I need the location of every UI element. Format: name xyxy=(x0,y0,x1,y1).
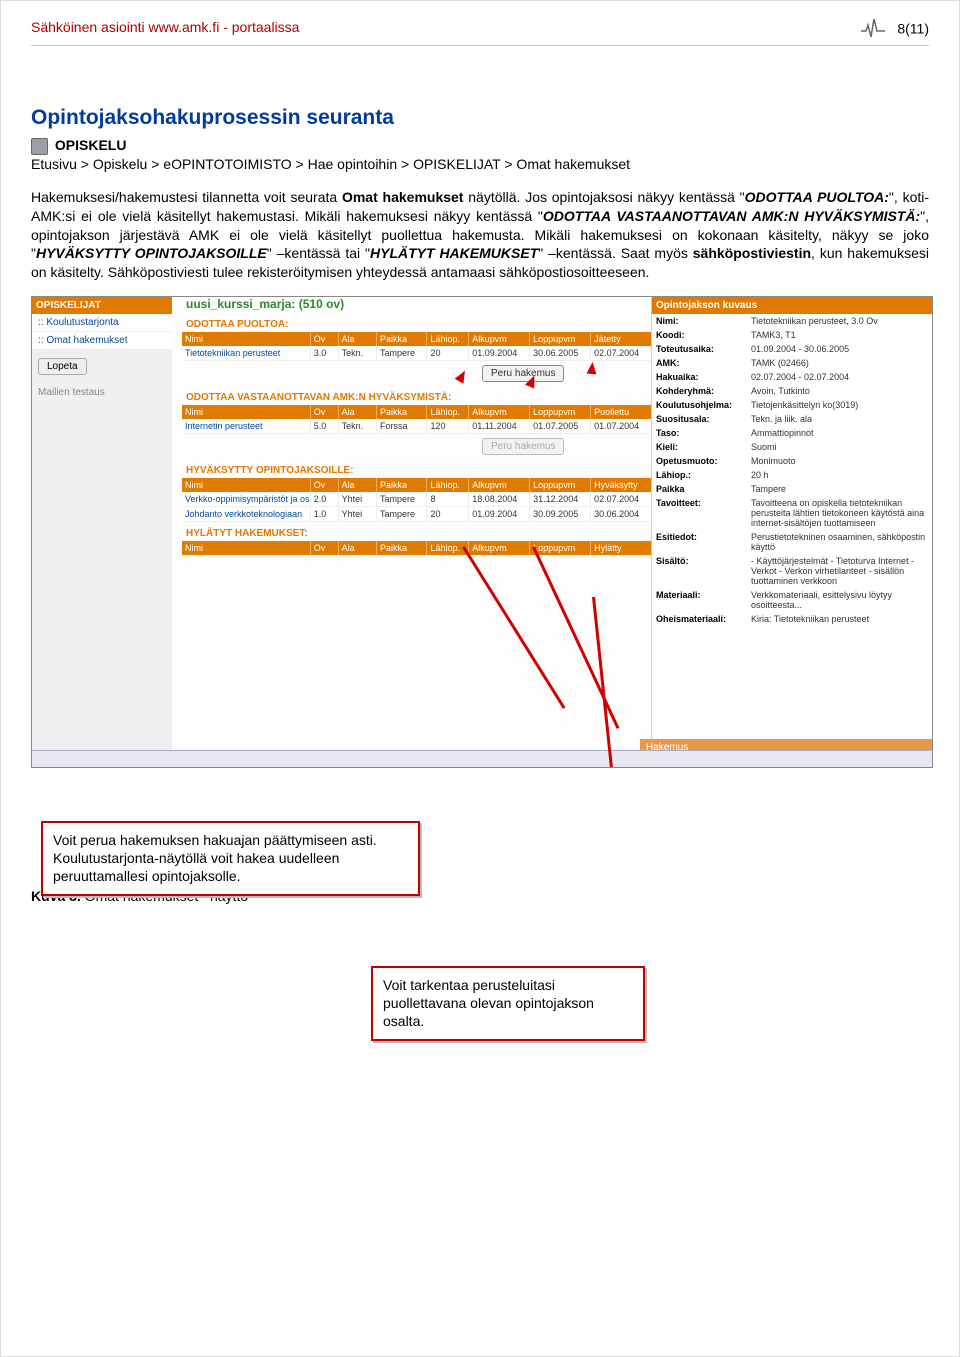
detail-row: Hakuaika:02.07.2004 - 02.07.2004 xyxy=(652,370,932,384)
doc-header-left: Sähköinen asiointi www.amk.fi - portaali… xyxy=(31,19,299,35)
table-header: NimiOvAlaPaikkaLähiop.AlkupvmLoppupvmHyl… xyxy=(182,541,652,555)
detail-row: AMK:TAMK (02466) xyxy=(652,356,932,370)
body-paragraph: Hakemuksesi/hakemustesi tilannetta voit … xyxy=(31,188,929,282)
detail-row: Toteutusaika:01.09.2004 - 30.06.2005 xyxy=(652,342,932,356)
sidebar-header: OPISKELIJAT xyxy=(32,297,172,314)
table-row[interactable]: Tietotekniikan perusteet3.0Tekn.Tampere2… xyxy=(182,346,652,361)
detail-row: Esitiedot:Perustietotekninen osaaminen, … xyxy=(652,530,932,554)
sidebar-item-omat-hakemukset[interactable]: :: Omat hakemukset xyxy=(32,332,172,350)
table-header: NimiOvAlaPaikkaLähiop.AlkupvmLoppupvmHyv… xyxy=(182,478,652,492)
breadcrumb: OPISKELU Etusivu > Opiskelu > eOPINTOTOI… xyxy=(31,136,929,174)
arrowhead-icon xyxy=(586,362,597,375)
sidebar-item-koulutustarjonta[interactable]: :: Koulutustarjonta xyxy=(32,314,172,332)
scrollbar[interactable] xyxy=(32,750,932,767)
table-row[interactable]: Johdanto verkkoteknologiaan1.0YhteiTampe… xyxy=(182,507,652,522)
section-odottaa-puoltoa: ODOTTAA PUOLTOA: xyxy=(182,313,652,332)
detail-row: Suositusala:Tekn. ja liik. ala xyxy=(652,412,932,426)
doc-header-right: 8(11) xyxy=(859,19,929,41)
section-hyvaksytty: HYVÄKSYTTY OPINTOJAKSOILLE: xyxy=(182,459,652,478)
detail-row: Materiaali:Verkkomateriaali, esittelysiv… xyxy=(652,588,932,612)
table-header: NimiOvAlaPaikkaLähiop.AlkupvmLoppupvmJät… xyxy=(182,332,652,346)
detail-row: Oheismateriaali:Kiria: Tietotekniikan pe… xyxy=(652,612,932,626)
peru-hakemus-button[interactable]: Peru hakemus xyxy=(482,365,564,382)
detail-row: Koulutusohjelma:Tietojenkäsittelyn ko(30… xyxy=(652,398,932,412)
peru-hakemus-button-disabled: Peru hakemus xyxy=(482,438,564,455)
table-header: NimiOvAlaPaikkaLähiop.AlkupvmLoppupvmPuo… xyxy=(182,405,652,419)
callout-tarkenna: Voit tarkentaa perusteluitasi puollettav… xyxy=(371,966,645,1041)
app-screenshot: OPISKELIJAT :: Koulutustarjonta :: Omat … xyxy=(31,296,933,768)
callout-peru-hakemus: Voit perua hakemuksen hakuajan päättymis… xyxy=(41,821,420,896)
section-odottaa-vast: ODOTTAA VASTAANOTTAVAN AMK:N HYVÄKSYMIST… xyxy=(182,386,652,405)
table-row[interactable]: Verkko-oppimisympäristöt ja osaamisporta… xyxy=(182,492,652,507)
detail-row: Kieli:Suomi xyxy=(652,440,932,454)
detail-row: Taso:Ammattiopinnot xyxy=(652,426,932,440)
detail-row: PaikkaTampere xyxy=(652,482,932,496)
detail-row: Nimi:Tietotekniikan perusteet, 3.0 Ov xyxy=(652,314,932,328)
cube-icon xyxy=(31,138,48,155)
detail-row: Opetusmuoto:Monimuoto xyxy=(652,454,932,468)
user-label: uusi_kurssi_marja: (510 ov) xyxy=(182,297,652,313)
detail-row: Sisältö:- Käyttöjärjestelmät - Tietoturv… xyxy=(652,554,932,588)
mail-test-label: Mailien testaus xyxy=(32,383,172,402)
detail-row: Tavoitteet:Tavoitteena on opiskella tiet… xyxy=(652,496,932,530)
detail-row: Kohderyhmä:Avoin, Tutkinto xyxy=(652,384,932,398)
detail-row: Koodi:TAMK3, T1 xyxy=(652,328,932,342)
section-title: Opintojaksohakuprosessin seuranta xyxy=(31,106,929,130)
heartbeat-icon xyxy=(859,19,887,41)
detail-row: Lähiop.:20 h xyxy=(652,468,932,482)
table-row[interactable]: Internetin perusteet5.0Tekn.Forssa12001.… xyxy=(182,419,652,434)
section-hylatyt: HYLÄTYT HAKEMUKSET: xyxy=(182,522,652,541)
detail-header: Opintojakson kuvaus xyxy=(652,297,932,314)
lopeta-button[interactable]: Lopeta xyxy=(38,358,87,375)
